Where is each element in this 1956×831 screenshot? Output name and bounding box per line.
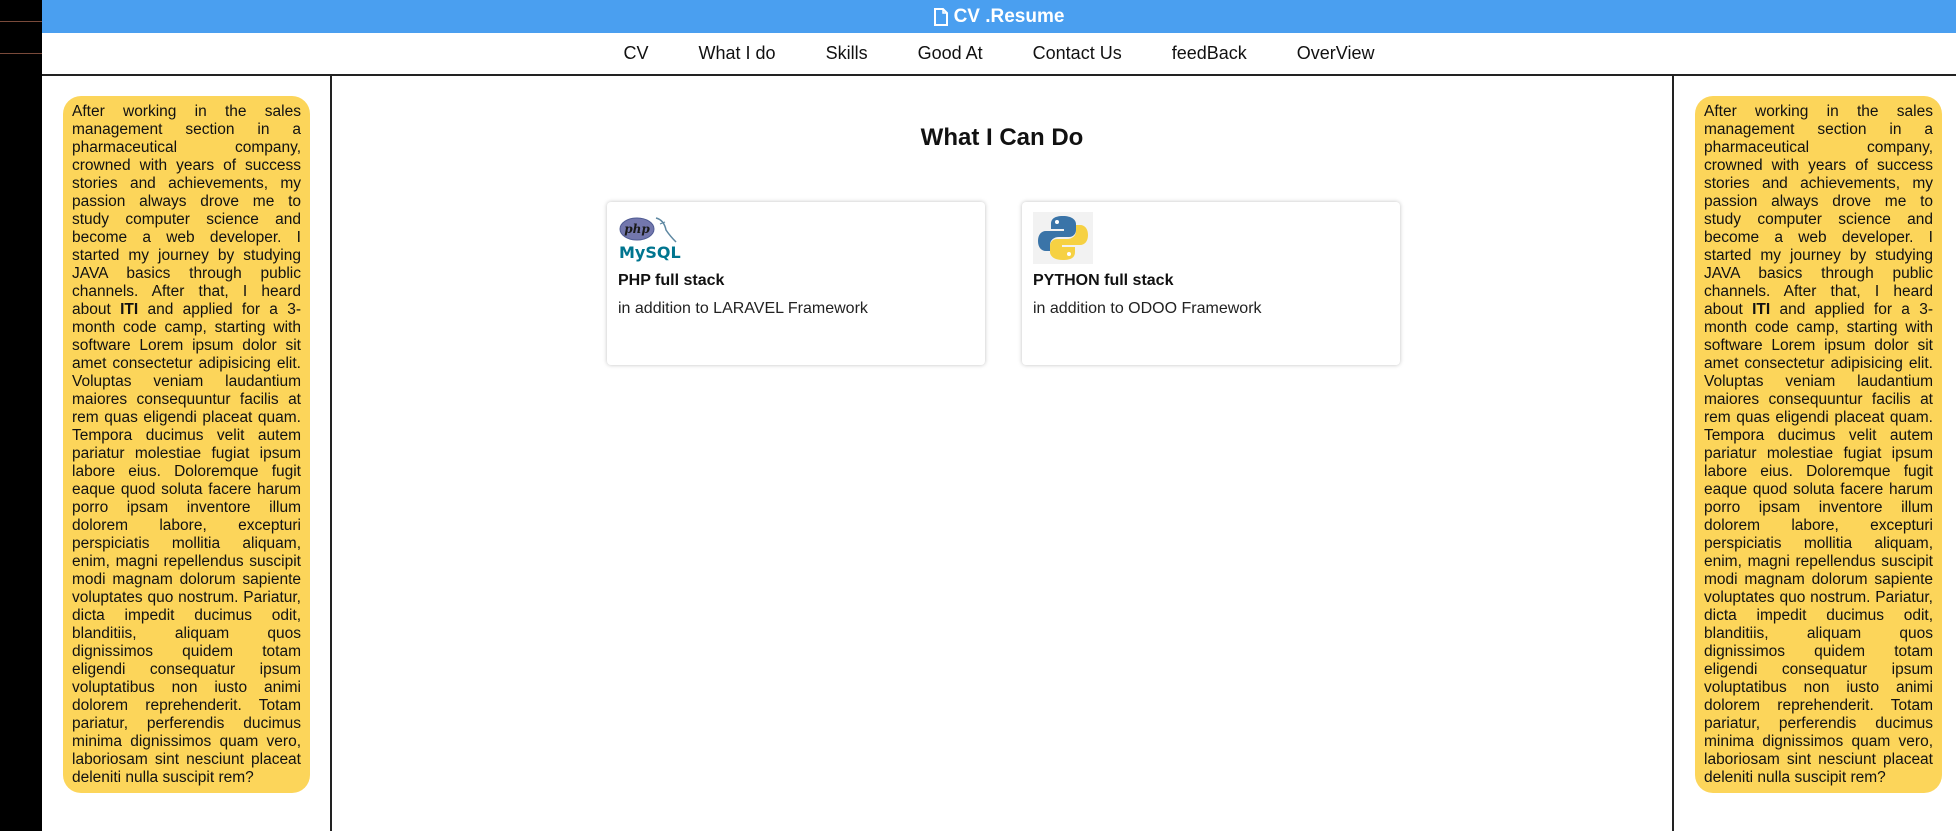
- php-logo-text: php: [624, 222, 650, 236]
- about-text: After working in the sales management se…: [1704, 103, 1933, 318]
- gutter-divider: [0, 53, 42, 54]
- nav-item-skills[interactable]: Skills: [826, 43, 868, 64]
- main-content: What I Can Do php MySQL PHP full stack i…: [332, 76, 1672, 831]
- right-sidebar: After working in the sales management se…: [1672, 76, 1956, 831]
- about-highlight: ITI: [120, 301, 139, 318]
- main-nav: CV What I do Skills Good At Contact Us f…: [42, 33, 1956, 76]
- card-title: PYTHON full stack: [1033, 272, 1174, 289]
- about-card: After working in the sales management se…: [1695, 96, 1942, 793]
- skill-card-python: PYTHON full stack in addition to ODOO Fr…: [1022, 202, 1400, 365]
- nav-item-overview[interactable]: OverView: [1297, 43, 1375, 64]
- top-bar: CV .Resume: [42, 0, 1956, 33]
- nav-item-what-i-do[interactable]: What I do: [699, 43, 776, 64]
- skill-card-php: php MySQL PHP full stack in addition to …: [607, 202, 985, 365]
- nav-item-feedback[interactable]: feedBack: [1172, 43, 1247, 64]
- left-sidebar: After working in the sales management se…: [42, 76, 332, 831]
- site-title: CV .Resume: [953, 5, 1065, 27]
- card-title: PHP full stack: [618, 272, 725, 289]
- section-heading: What I Can Do: [920, 124, 1084, 151]
- page: CV .Resume CV What I do Skills Good At C…: [0, 0, 1956, 831]
- left-gutter: [0, 0, 42, 831]
- card-description: in addition to ODOO Framework: [1033, 300, 1262, 317]
- about-text: After working in the sales management se…: [72, 103, 301, 318]
- nav-item-contact-us[interactable]: Contact Us: [1033, 43, 1122, 64]
- php-mysql-logo: php MySQL: [618, 212, 682, 264]
- mysql-logo-text: MySQL: [619, 243, 681, 262]
- card-description: in addition to LARAVEL Framework: [618, 300, 868, 317]
- about-text: and applied for a 3-month code camp, sta…: [72, 301, 301, 786]
- about-card: After working in the sales management se…: [63, 96, 310, 793]
- nav-item-good-at[interactable]: Good At: [918, 43, 983, 64]
- nav-item-cv[interactable]: CV: [624, 43, 649, 64]
- about-text: and applied for a 3-month code camp, sta…: [1704, 301, 1933, 786]
- document-icon: [933, 7, 948, 26]
- about-highlight: ITI: [1752, 301, 1771, 318]
- python-logo: [1033, 212, 1097, 264]
- gutter-divider: [0, 21, 42, 22]
